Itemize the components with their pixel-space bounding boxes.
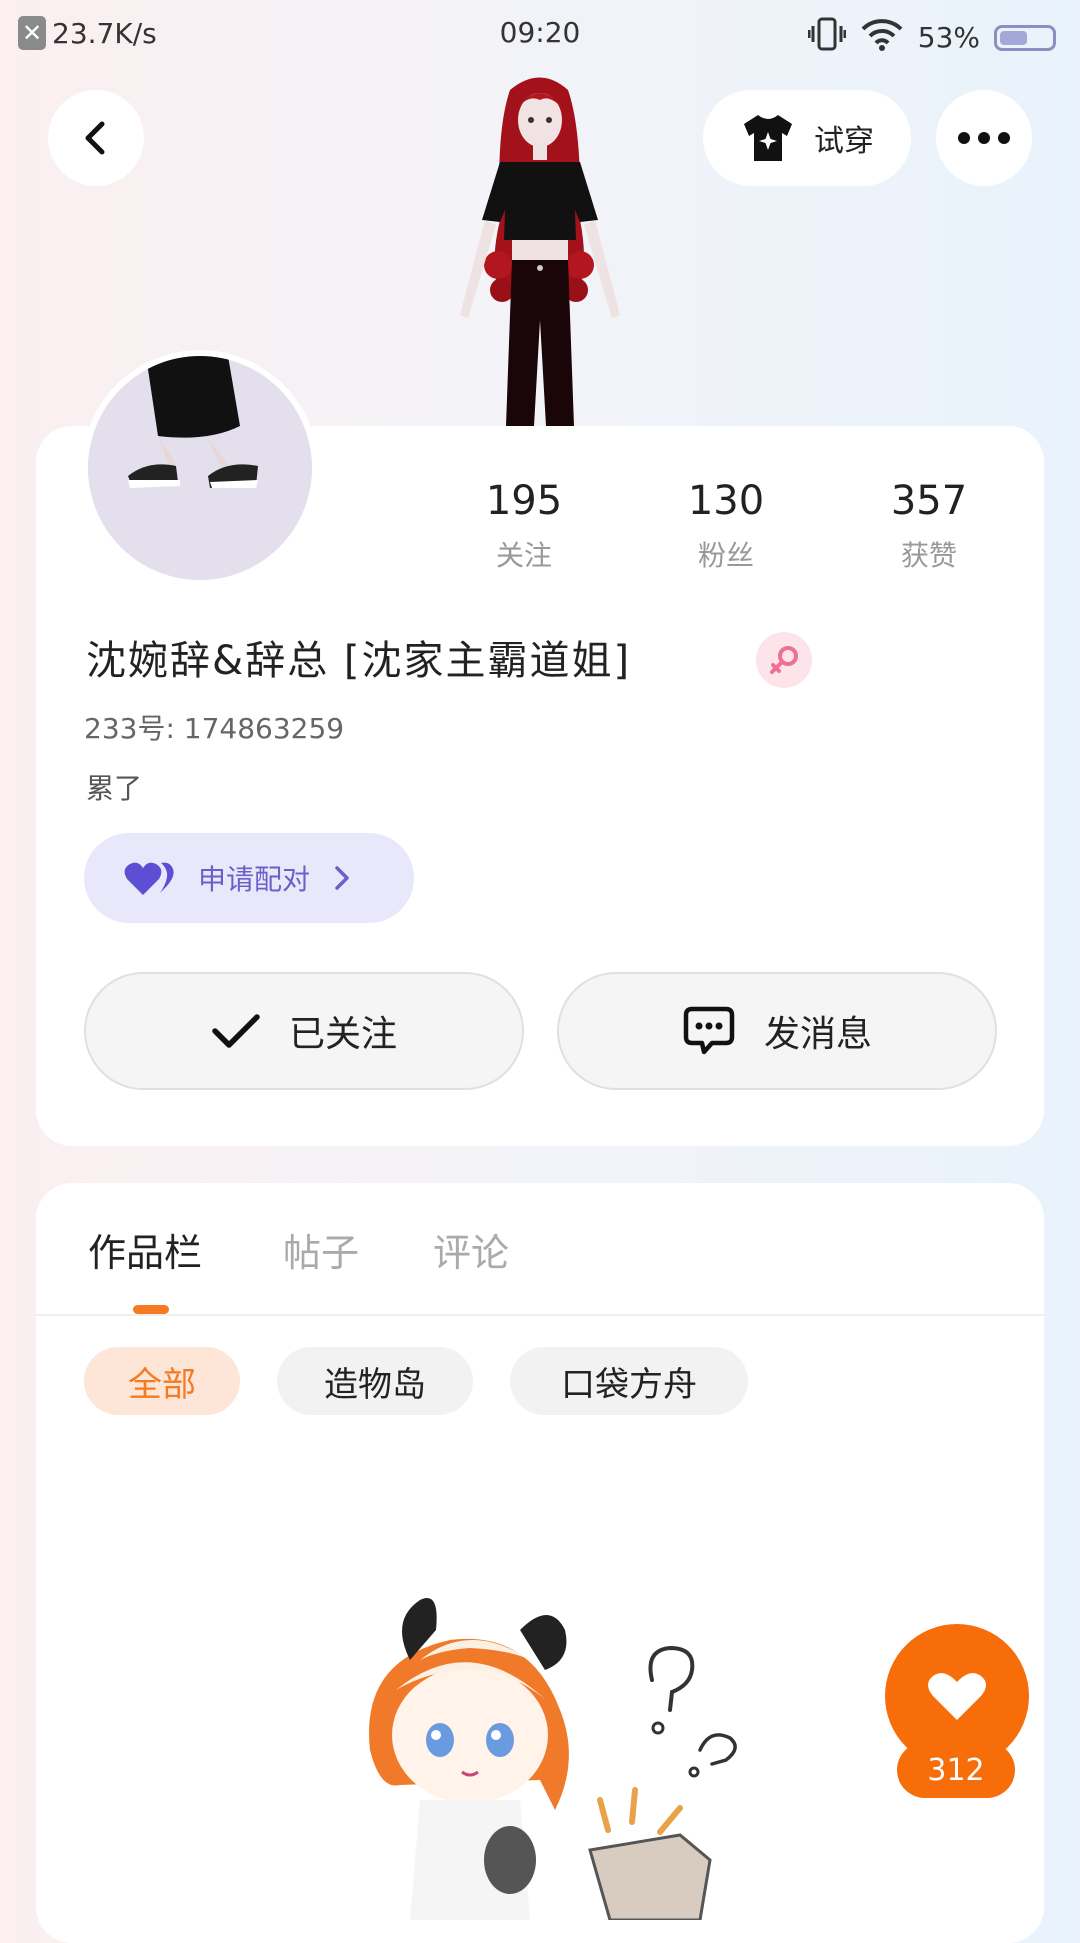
status-right: 53%	[807, 16, 1056, 59]
empty-state-illustration	[360, 1560, 780, 1922]
back-button[interactable]	[48, 90, 144, 186]
tab-comments[interactable]: 评论	[433, 1222, 509, 1277]
status-bar: ✕ 23.7K/s 09:20 53%	[0, 0, 1080, 70]
try-on-label: 试穿	[814, 124, 874, 159]
checkmark-icon	[212, 1014, 260, 1048]
like-count: 312	[897, 1742, 1015, 1798]
gender-badge	[756, 632, 812, 688]
followed-label: 已关注	[288, 1014, 397, 1055]
battery-percent: 53%	[917, 21, 980, 54]
back-arrow-icon	[85, 121, 105, 155]
double-heart-icon	[124, 862, 174, 895]
more-dots-icon	[958, 132, 1010, 144]
tab-posts[interactable]: 帖子	[283, 1222, 359, 1277]
vibrate-icon	[807, 16, 847, 59]
tshirt-icon	[744, 115, 792, 161]
filter-creation-island[interactable]: 造物岛	[277, 1347, 473, 1415]
stat-followers[interactable]: 130 粉丝	[656, 478, 796, 574]
active-tab-indicator	[133, 1305, 169, 1314]
wifi-icon	[860, 16, 904, 59]
pair-request-button[interactable]: 申请配对	[84, 833, 414, 923]
battery-fill	[1000, 30, 1027, 45]
profile-name: 沈婉辞&辞总 [沈家主霸道姐]	[86, 638, 632, 684]
stat-following-value: 195	[485, 478, 563, 524]
stat-followers-label: 粉丝	[697, 539, 754, 572]
message-label: 发消息	[763, 1014, 872, 1055]
stat-likes-label: 获赞	[900, 539, 957, 572]
signature: 累了	[86, 772, 143, 805]
stat-likes-value: 357	[890, 478, 968, 524]
stat-following[interactable]: 195 关注	[454, 478, 594, 574]
pair-request-label: 申请配对	[198, 863, 311, 896]
avatar-3d-figure[interactable]	[430, 70, 650, 426]
female-icon	[770, 646, 798, 674]
filter-all[interactable]: 全部	[84, 1347, 240, 1415]
message-button[interactable]: 发消息	[557, 972, 997, 1090]
tab-divider	[36, 1314, 1044, 1316]
more-button[interactable]	[936, 90, 1032, 186]
stat-followers-value: 130	[687, 478, 765, 524]
filter-pocket-ark[interactable]: 口袋方舟	[510, 1347, 748, 1415]
battery-icon	[994, 24, 1056, 51]
avatar[interactable]	[82, 350, 318, 586]
avatar-image	[128, 356, 258, 488]
try-on-button[interactable]: 试穿	[703, 90, 911, 186]
tab-works[interactable]: 作品栏	[88, 1222, 202, 1277]
chevron-right-icon	[335, 866, 349, 890]
heart-icon	[928, 1673, 986, 1720]
stat-following-label: 关注	[495, 539, 552, 572]
user-id: 233号: 174863259	[84, 712, 345, 745]
stat-likes[interactable]: 357 获赞	[859, 478, 999, 574]
followed-button[interactable]: 已关注	[84, 972, 524, 1090]
chat-bubble-icon	[683, 1006, 735, 1055]
